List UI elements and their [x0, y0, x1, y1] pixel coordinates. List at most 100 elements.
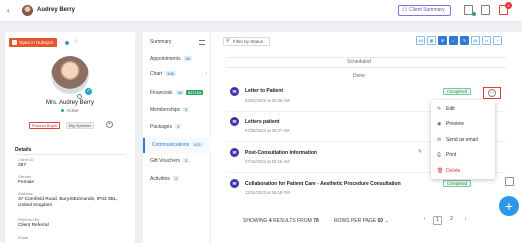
menu-item-edit[interactable]: ✎ Edit: [431, 102, 495, 117]
tab-label: Packages: [150, 124, 172, 130]
communication-date: 12/24/2023 at 06:18 PM: [245, 190, 290, 195]
filter-icon: ⚲: [226, 38, 230, 44]
profile-avatar[interactable]: [51, 56, 89, 94]
tab-label: Gift Vouchers: [150, 158, 181, 164]
back-icon[interactable]: ‹: [7, 6, 10, 16]
communication-date: 02/04/2025 at 05:35 AM: [245, 98, 290, 103]
detail-value: 287: [18, 163, 27, 168]
message-icon[interactable]: ✉: [438, 36, 447, 45]
summary-icon: ⚇: [402, 7, 408, 13]
forms-icon[interactable]: [464, 5, 476, 16]
profile-name: Mrs. Audrey Berry: [45, 100, 94, 106]
rows-label: ROWS PER PAGE: [334, 218, 377, 224]
count-badge: 406: [165, 71, 176, 76]
chevron-down-icon: ⌄: [384, 218, 389, 224]
client-name: Audrey Berry: [37, 7, 76, 13]
menu-label: Edit: [446, 106, 455, 112]
detail-label: Referred By: [18, 217, 40, 222]
tab-label: Communications: [152, 142, 190, 148]
detail-value: 37 Cornfield Road, BuryStEdmunds, IP33 3…: [18, 197, 118, 208]
document-icon[interactable]: [481, 5, 490, 15]
menu-item-print[interactable]: ⎙ Print: [431, 148, 495, 163]
count-badge: 1: [174, 124, 182, 129]
count-badge: 46: [175, 90, 184, 95]
open-in-hubspot-button[interactable]: Open in Hubspot: [9, 38, 57, 47]
top-bar: ‹ Audrey Berry ⚇ Client Summary 9: [0, 0, 522, 22]
profile-status: Active: [5, 108, 135, 113]
star-icon[interactable]: ☆: [73, 38, 78, 45]
count-badge: 0: [183, 107, 190, 112]
actions-menu: ✎ Edit ◉ Preview ✉ Send as email ⎙ Print 🗑 De…: [431, 100, 495, 179]
showing-mid: RESULTS FROM: [273, 218, 312, 224]
chevron-right-icon: ›: [205, 71, 207, 77]
scheduled-heading: Scheduled: [347, 59, 371, 65]
count-badge: 3: [183, 158, 190, 163]
client-summary-button[interactable]: ⚇ Client Summary: [398, 5, 451, 16]
detail-value: Client Referral: [18, 223, 49, 228]
add-button[interactable]: +: [499, 196, 519, 216]
showing-total: 78: [313, 218, 319, 224]
done-heading: Done: [353, 73, 365, 79]
verified-icon: ✓: [85, 88, 92, 95]
prev-page-icon[interactable]: ‹: [420, 216, 429, 225]
communication-title[interactable]: Collaboration for Patient Care - Aesthet…: [245, 181, 401, 187]
menu-item-send-as-email[interactable]: ✉ Send as email: [431, 133, 495, 148]
tab-label: Activities: [150, 176, 170, 182]
detail-label: Address: [18, 191, 33, 196]
rows-value: 50: [377, 218, 384, 224]
tab-communications[interactable]: Communications 421: [143, 138, 211, 153]
tab-activities[interactable]: Activities 3: [143, 172, 211, 187]
sync-status-icon: [65, 41, 69, 45]
email-icon: ✉: [437, 137, 442, 143]
communication-type-icon: ✉: [230, 87, 239, 96]
status-dot-icon: [61, 109, 65, 113]
note-icon[interactable]: ✎: [460, 36, 469, 45]
menu-label: Delete: [446, 168, 461, 174]
tab-memberships[interactable]: Memberships 0: [143, 103, 211, 118]
communication-title[interactable]: Letters patient: [245, 119, 279, 125]
next-page-icon[interactable]: ›: [461, 216, 470, 225]
printer-icon: ⎙: [437, 152, 442, 158]
calendar-icon[interactable]: [505, 177, 514, 186]
tab-label: Memberships: [150, 107, 181, 113]
status-badge: Completed: [443, 88, 472, 95]
add-tag-icon[interactable]: +: [106, 121, 113, 128]
client-summary-label: Client Summary: [409, 7, 445, 13]
tab-summary[interactable]: Summary: [143, 35, 211, 50]
tab-gift-vouchers[interactable]: Gift Vouchers 3: [143, 154, 211, 169]
tab-chart[interactable]: Chart 406 ›: [143, 67, 211, 82]
page-button[interactable]: 1: [433, 216, 442, 225]
tag-big-spender[interactable]: Big Spender: [66, 122, 95, 129]
check-icon[interactable]: ✓: [449, 36, 458, 45]
mail-icon[interactable]: ▭: [482, 36, 491, 45]
trash-icon: 🗑: [437, 168, 444, 174]
menu-item-preview[interactable]: ◉ Preview: [431, 117, 495, 132]
communication-title[interactable]: Letter to Patient: [245, 88, 283, 94]
count-badge: 65: [183, 56, 193, 61]
notification-badge: 9: [505, 2, 512, 9]
email-icon[interactable]: @: [471, 36, 480, 45]
status-text: Active: [66, 108, 79, 113]
tab-appointments[interactable]: Appointments 65: [143, 52, 211, 67]
filter-by-status-button[interactable]: ⚲ Filter by Status: [223, 37, 270, 46]
communication-type-icon: ✉: [230, 117, 239, 126]
divider: [226, 67, 506, 68]
eye-icon: ◉: [437, 121, 442, 127]
tab-label: Chart: [150, 71, 163, 77]
tag-product-buyer[interactable]: Product Buyer: [29, 122, 61, 129]
bell-icon[interactable]: ◔: [493, 36, 502, 45]
rows-per-page-select[interactable]: ROWS PER PAGE 50 ⌄: [334, 218, 389, 224]
count-badge: 3: [172, 176, 179, 181]
page-button[interactable]: 2: [447, 216, 456, 225]
showing-prefix: SHOWING: [243, 218, 268, 224]
calendar-icon[interactable]: ▦: [427, 36, 436, 45]
more-actions-button[interactable]: …: [483, 87, 501, 99]
tab-packages[interactable]: Packages 1: [143, 120, 211, 135]
camera-icon[interactable]: [77, 94, 82, 99]
menu-label: Preview: [446, 121, 464, 127]
tab-financials[interactable]: Financials 46 $37184: [143, 86, 211, 101]
communication-title[interactable]: Post-Consultation Information: [245, 150, 317, 156]
edit-icon[interactable]: ✎: [418, 149, 422, 155]
menu-item-delete[interactable]: 🗑 Delete: [431, 164, 495, 179]
filter-all-button[interactable]: All: [416, 36, 425, 45]
